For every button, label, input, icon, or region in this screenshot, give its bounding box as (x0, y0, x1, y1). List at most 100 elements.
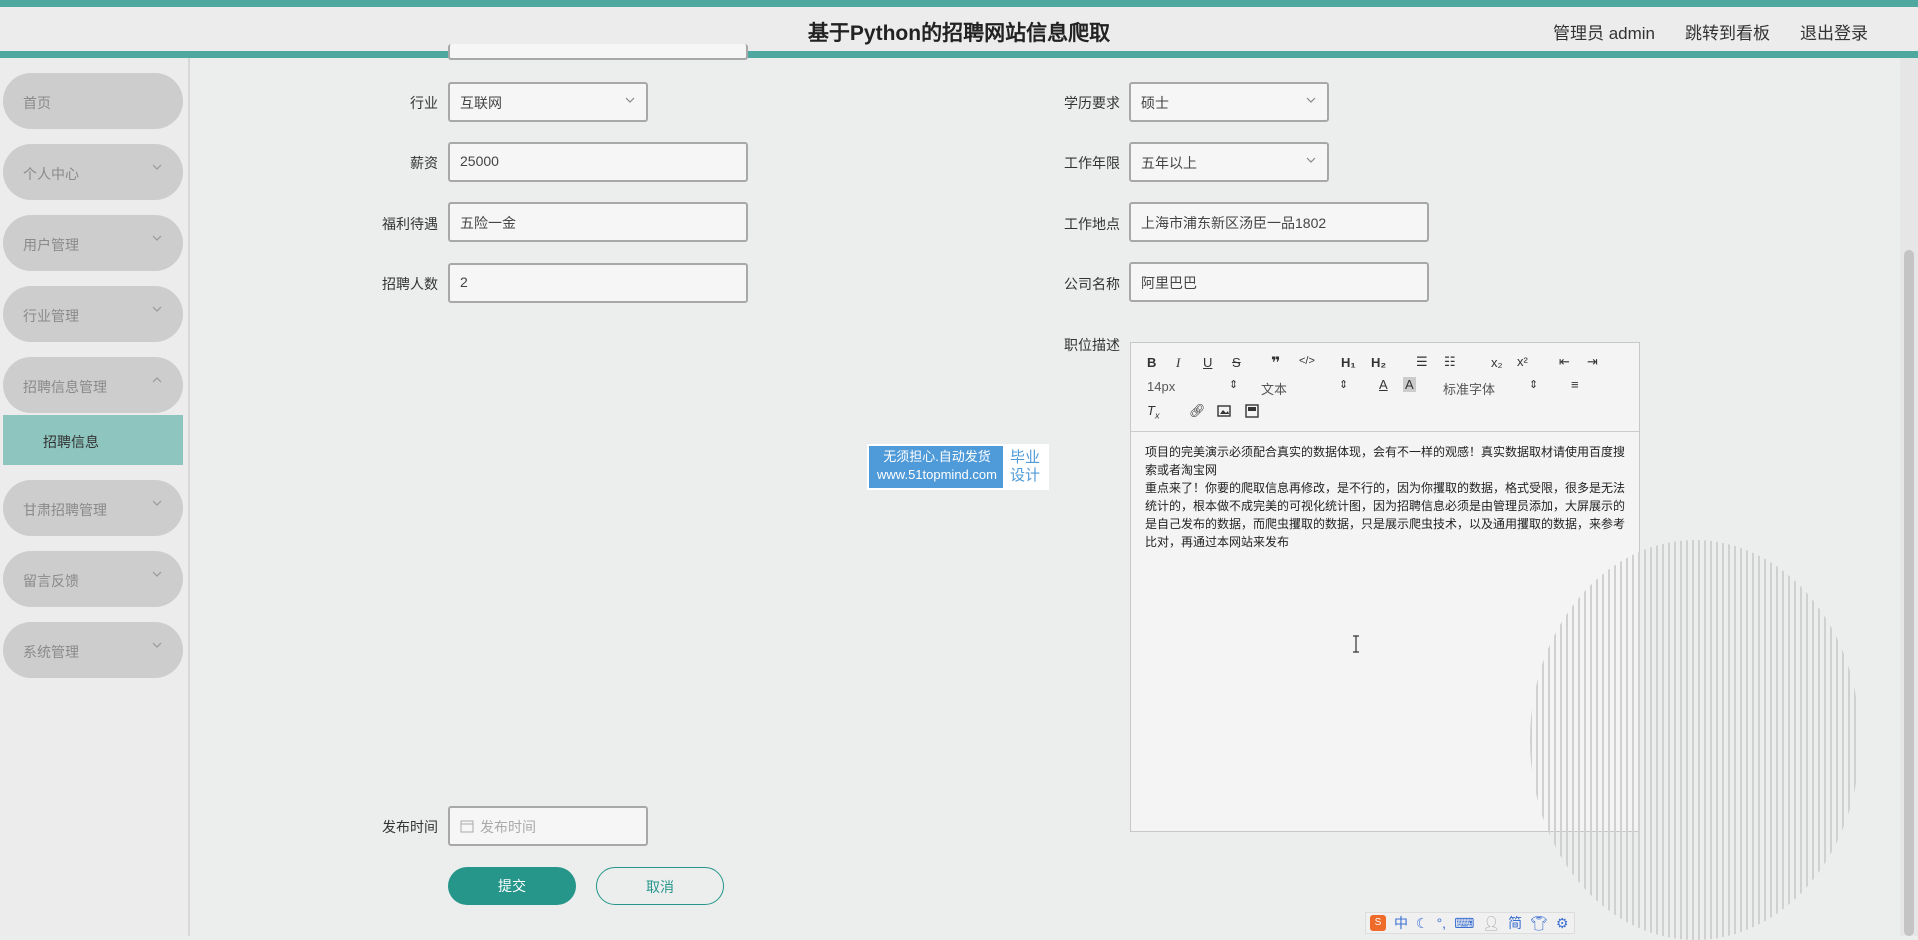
bold-icon[interactable]: B (1147, 355, 1156, 370)
video-icon[interactable] (1245, 404, 1259, 418)
headcount-input[interactable]: 2 (448, 263, 748, 303)
industry-select[interactable]: 互联网 (448, 82, 648, 122)
industry-label: 行业 (410, 95, 438, 111)
select-arrows-icon: ⇕ (1229, 379, 1239, 391)
sidebar-item-label: 招聘信息管理 (23, 379, 107, 395)
subscript-icon[interactable]: x₂ (1491, 355, 1503, 370)
sidebar-item-home[interactable]: 首页 (3, 73, 183, 129)
location-input[interactable]: 上海市浦东新区汤臣一品1802 (1129, 202, 1429, 242)
salary-input[interactable]: 25000 (448, 142, 748, 182)
chevron-down-icon (152, 235, 162, 241)
sidebar-item-gansu[interactable]: 甘肃招聘管理 (3, 480, 183, 536)
image-icon[interactable] (1217, 404, 1231, 418)
punctuation-icon[interactable]: °, (1437, 915, 1447, 931)
publish-time-placeholder: 发布时间 (480, 819, 536, 835)
logout-link[interactable]: 退出登录 (1800, 19, 1868, 44)
editor-paragraph: 项目的完美演示必须配合真实的数据体现，会有不一样的观感！真实数据取材请使用百度搜… (1145, 445, 1626, 477)
sidebar-item-recruitment[interactable]: 招聘信息管理 (3, 357, 183, 413)
sidebar-item-label: 用户管理 (23, 237, 79, 253)
salary-value: 25000 (460, 153, 499, 169)
dashboard-link[interactable]: 跳转到看板 (1685, 19, 1770, 44)
ordered-list-icon[interactable]: ☰ (1416, 354, 1428, 370)
skin-icon[interactable]: 👕︎ (1530, 915, 1548, 932)
sidebar-item-label: 系统管理 (23, 644, 79, 660)
user-icon[interactable]: 👤︎ (1482, 915, 1500, 932)
benefits-value: 五险一金 (460, 215, 516, 231)
gear-icon[interactable]: ⚙ (1556, 915, 1569, 932)
company-input[interactable]: 阿里巴巴 (1129, 262, 1429, 302)
clear-format-icon[interactable]: Tx (1147, 403, 1159, 421)
code-icon[interactable]: </> (1299, 355, 1315, 367)
benefits-input[interactable]: 五险一金 (448, 202, 748, 242)
headcount-label: 招聘人数 (382, 276, 438, 292)
submit-button[interactable]: 提交 (448, 867, 576, 905)
outdent-icon[interactable]: ⇤ (1559, 354, 1570, 370)
striped-circle-graphic (1530, 540, 1860, 940)
font-size-select[interactable]: 14px (1147, 379, 1175, 394)
heading1-icon[interactable]: H₁ (1341, 355, 1356, 370)
watermark-line1: 无须担心.自动发货 (883, 449, 991, 464)
sidebar-item-personal[interactable]: 个人中心 (3, 144, 183, 200)
strikethrough-icon[interactable]: S (1232, 355, 1241, 370)
page-scrollbar-thumb[interactable] (1904, 250, 1914, 936)
sidebar-item-label: 甘肃招聘管理 (23, 502, 107, 518)
sidebar-item-system[interactable]: 系统管理 (3, 622, 183, 678)
editor-content[interactable]: 项目的完美演示必须配合真实的数据体现，会有不一样的观感！真实数据取材请使用百度搜… (1145, 443, 1627, 551)
format-select[interactable]: 文本 (1261, 379, 1287, 398)
top-accent-stripe (0, 0, 1918, 7)
sidebar: 首页 个人中心 用户管理 行业管理 招聘信息管理 招聘信息 甘肃招聘管理 留言反… (0, 58, 190, 936)
font-color-icon[interactable]: A (1379, 377, 1388, 392)
text-cursor-icon (1353, 635, 1359, 653)
link-icon[interactable]: 🔗︎ (1189, 403, 1206, 419)
indent-icon[interactable]: ⇥ (1587, 354, 1598, 370)
quote-icon[interactable]: ❞ (1271, 353, 1280, 373)
watermark-text: 无须担心.自动发货 www.51topmind.com (871, 448, 1003, 486)
sidebar-item-users[interactable]: 用户管理 (3, 215, 183, 271)
sidebar-item-label: 行业管理 (23, 308, 79, 324)
superscript-icon[interactable]: x² (1517, 354, 1528, 369)
heading2-icon[interactable]: H₂ (1371, 355, 1386, 370)
font-family-select[interactable]: 标准字体 (1443, 379, 1495, 398)
location-value: 上海市浦东新区汤臣一品1802 (1141, 215, 1327, 231)
cancel-button[interactable]: 取消 (596, 867, 724, 905)
decorative-striped-circle (1530, 540, 1860, 940)
industry-value: 互联网 (460, 95, 502, 111)
watermark-badge-right: 毕业 设计 (1003, 446, 1047, 488)
moon-icon[interactable]: ☾ (1416, 915, 1429, 932)
chevron-down-icon (152, 571, 162, 577)
ime-logo-icon: S (1370, 915, 1386, 931)
ime-toolbar[interactable]: S 中 ☾ °, ⌨ 👤︎ 简 👕︎ ⚙ (1365, 912, 1575, 934)
chevron-down-icon (625, 97, 635, 103)
ime-mode[interactable]: 简 (1508, 913, 1522, 933)
sidebar-subitem-recruitment-info[interactable]: 招聘信息 (3, 415, 183, 465)
chevron-down-icon (152, 164, 162, 170)
publish-time-input[interactable]: 发布时间 (448, 806, 648, 846)
experience-select[interactable]: 五年以上 (1129, 142, 1329, 182)
ime-language[interactable]: 中 (1394, 913, 1408, 933)
chevron-down-icon (152, 642, 162, 648)
select-arrows-icon: ⇕ (1529, 379, 1539, 391)
keyboard-icon[interactable]: ⌨ (1454, 915, 1474, 932)
company-value: 阿里巴巴 (1141, 275, 1197, 291)
sidebar-item-label: 招聘信息 (43, 434, 99, 450)
sidebar-item-industry[interactable]: 行业管理 (3, 286, 183, 342)
background-color-icon[interactable]: A (1403, 377, 1416, 392)
headcount-value: 2 (460, 274, 468, 290)
italic-icon[interactable]: I (1176, 355, 1180, 371)
bullet-list-icon[interactable]: ☷ (1444, 354, 1456, 370)
education-select[interactable]: 硕士 (1129, 82, 1329, 122)
sidebar-item-label: 个人中心 (23, 166, 79, 182)
align-icon[interactable]: ≡ (1571, 377, 1579, 392)
chevron-down-icon (1306, 97, 1316, 103)
location-label: 工作地点 (1064, 216, 1120, 232)
admin-user-link[interactable]: 管理员 admin (1553, 19, 1655, 44)
partial-field[interactable] (448, 44, 748, 60)
publish-time-label: 发布时间 (382, 819, 438, 835)
header-nav: 管理员 admin 跳转到看板 退出登录 (1553, 19, 1868, 44)
experience-value: 五年以上 (1141, 155, 1197, 171)
underline-icon[interactable]: U (1203, 355, 1212, 370)
chevron-down-icon (152, 500, 162, 506)
chevron-up-icon (152, 377, 162, 383)
watermark-badge: 无须担心.自动发货 www.51topmind.com 毕业 设计 (867, 444, 1049, 490)
sidebar-item-feedback[interactable]: 留言反馈 (3, 551, 183, 607)
